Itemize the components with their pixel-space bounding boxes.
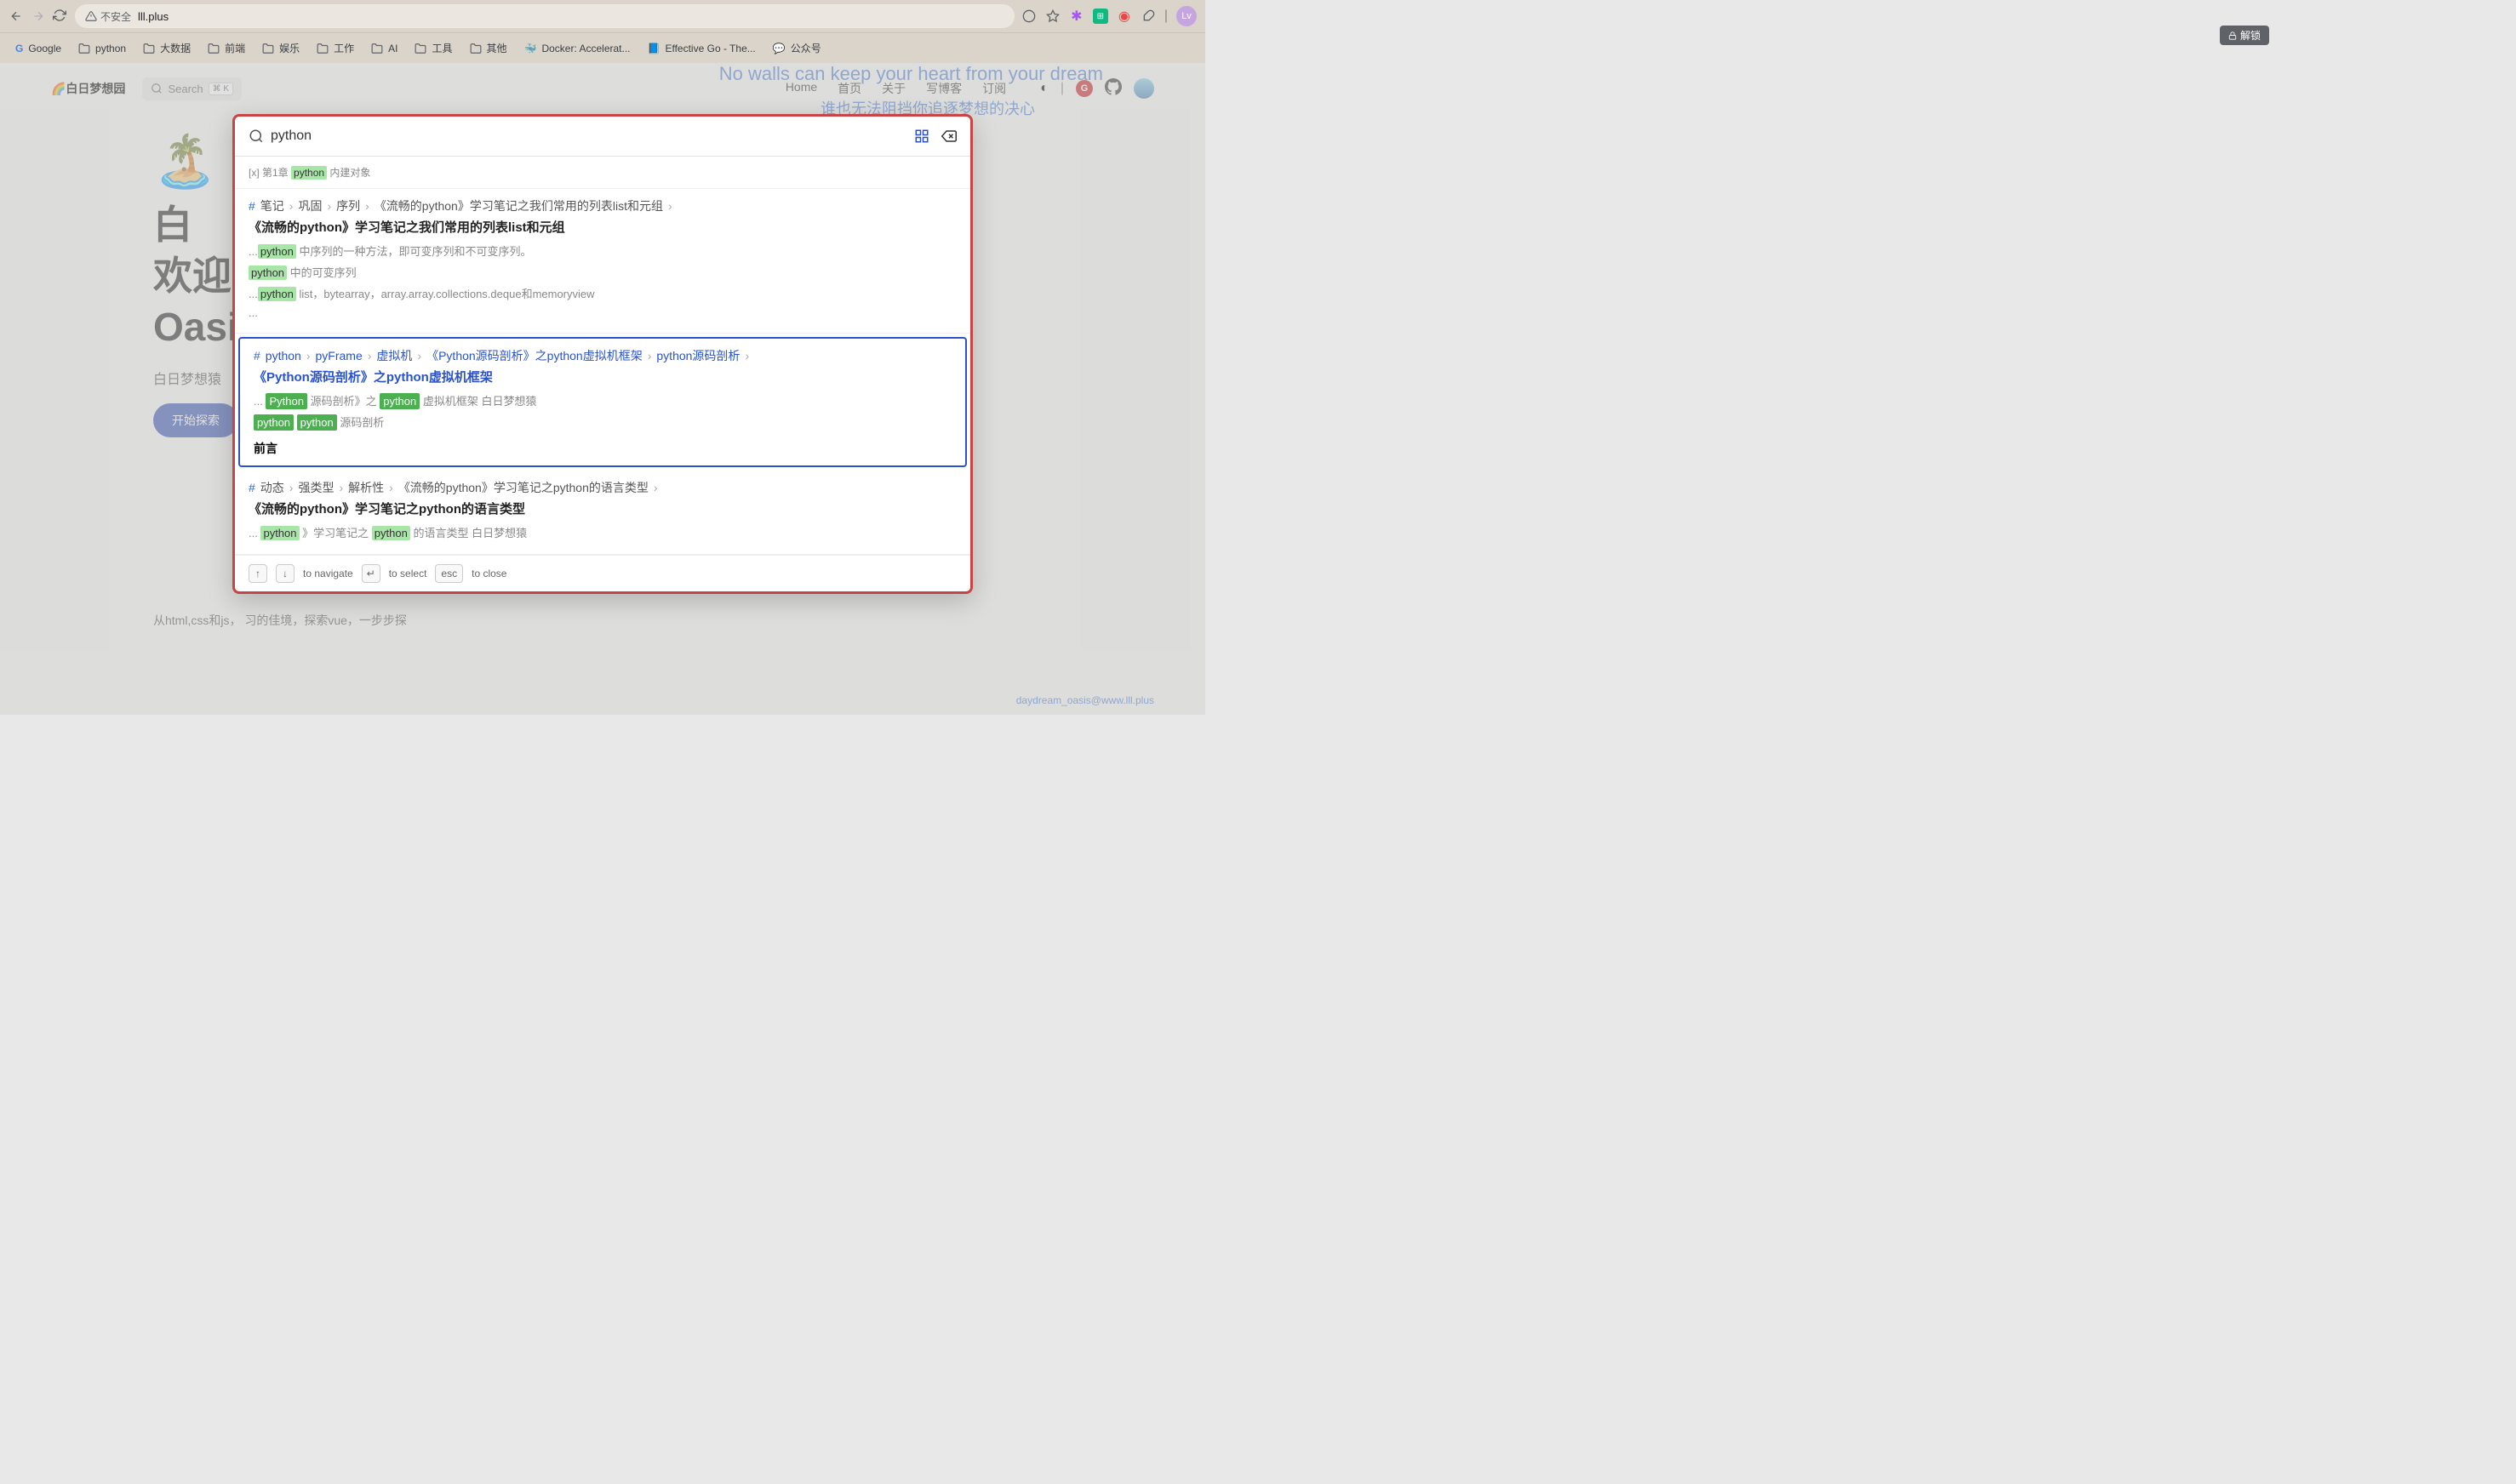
insecure-label: 不安全 <box>100 9 131 24</box>
modal-footer: ↑ ↓ to navigate ↵ to select esc to close <box>235 555 970 591</box>
security-badge: 不安全 <box>85 9 131 24</box>
bookmark-star-icon[interactable] <box>1045 9 1061 24</box>
bookmark-item[interactable]: 大数据 <box>136 37 197 59</box>
bookmark-item[interactable]: 工作 <box>310 37 361 59</box>
clear-icon[interactable] <box>941 128 957 144</box>
bookmark-item[interactable]: 娱乐 <box>255 37 306 59</box>
enter-key: ↵ <box>362 564 380 583</box>
url-text: lll.plus <box>138 10 169 23</box>
search-result[interactable]: # 动态› 强类型› 解析性› 《流畅的python》学习笔记之python的语… <box>235 471 970 555</box>
extension-icon-1[interactable]: ✱ <box>1069 9 1084 24</box>
extension-icon-3[interactable]: ◉ <box>1117 9 1132 24</box>
search-result[interactable]: # 笔记› 巩固› 序列› 《流畅的python》学习笔记之我们常用的列表lis… <box>235 189 970 334</box>
search-result[interactable]: [x] 第1章 python 内建对象 <box>235 157 970 189</box>
bookmarks-bar: GGooglepython大数据前端娱乐工作AI工具其他🐳Docker: Acc… <box>0 32 1205 63</box>
search-input[interactable] <box>264 125 914 147</box>
search-result-active[interactable]: # python› pyFrame› 虚拟机› 《Python源码剖析》之pyt… <box>238 337 967 467</box>
bookmark-item[interactable]: python <box>71 39 133 58</box>
extensions-icon[interactable] <box>1141 9 1156 24</box>
bookmark-item[interactable]: AI <box>364 39 404 58</box>
bookmark-item[interactable]: 🐳Docker: Accelerat... <box>517 39 638 58</box>
extension-icon-2[interactable]: ⊞ <box>1093 9 1108 24</box>
forward-button[interactable] <box>31 9 46 24</box>
profile-avatar[interactable]: Lv <box>1176 6 1197 26</box>
search-modal: [x] 第1章 python 内建对象 # 笔记› 巩固› 序列› 《流畅的py… <box>232 114 973 594</box>
bookmark-item[interactable]: 前端 <box>201 37 252 59</box>
result-section-heading: 前言 <box>254 440 952 457</box>
bookmark-item[interactable]: 其他 <box>463 37 514 59</box>
bookmark-item[interactable]: 💬公众号 <box>766 37 828 59</box>
browser-toolbar: 不安全 lll.plus ✱ ⊞ ◉ | Lv <box>0 0 1205 32</box>
modal-search-bar <box>235 117 970 157</box>
bookmark-item[interactable]: 工具 <box>408 37 459 59</box>
arrow-up-key: ↑ <box>249 564 267 583</box>
layout-icon[interactable] <box>914 128 929 144</box>
lock-tooltip: 解锁 <box>2220 26 2269 45</box>
bookmark-item[interactable]: GGoogle <box>9 39 68 58</box>
search-results: [x] 第1章 python 内建对象 # 笔记› 巩固› 序列› 《流畅的py… <box>235 157 970 555</box>
result-title: 《流畅的python》学习笔记之python的语言类型 <box>249 499 957 517</box>
address-bar[interactable]: 不安全 lll.plus <box>75 4 1015 28</box>
result-breadcrumb: # 笔记› 巩固› 序列› 《流畅的python》学习笔记之我们常用的列表lis… <box>249 197 957 214</box>
search-icon <box>249 128 264 144</box>
esc-key: esc <box>435 564 463 583</box>
arrow-down-key: ↓ <box>276 564 294 583</box>
back-button[interactable] <box>9 9 24 24</box>
translate-icon[interactable] <box>1021 9 1037 24</box>
result-title: 《流畅的python》学习笔记之我们常用的列表list和元组 <box>249 218 957 236</box>
result-breadcrumb: # 动态› 强类型› 解析性› 《流畅的python》学习笔记之python的语… <box>249 479 957 496</box>
bookmark-item[interactable]: 📘Effective Go - The... <box>641 39 763 58</box>
result-title: 《Python源码剖析》之python虚拟机框架 <box>254 368 952 385</box>
refresh-button[interactable] <box>53 9 68 24</box>
result-breadcrumb: # python› pyFrame› 虚拟机› 《Python源码剖析》之pyt… <box>254 347 952 364</box>
